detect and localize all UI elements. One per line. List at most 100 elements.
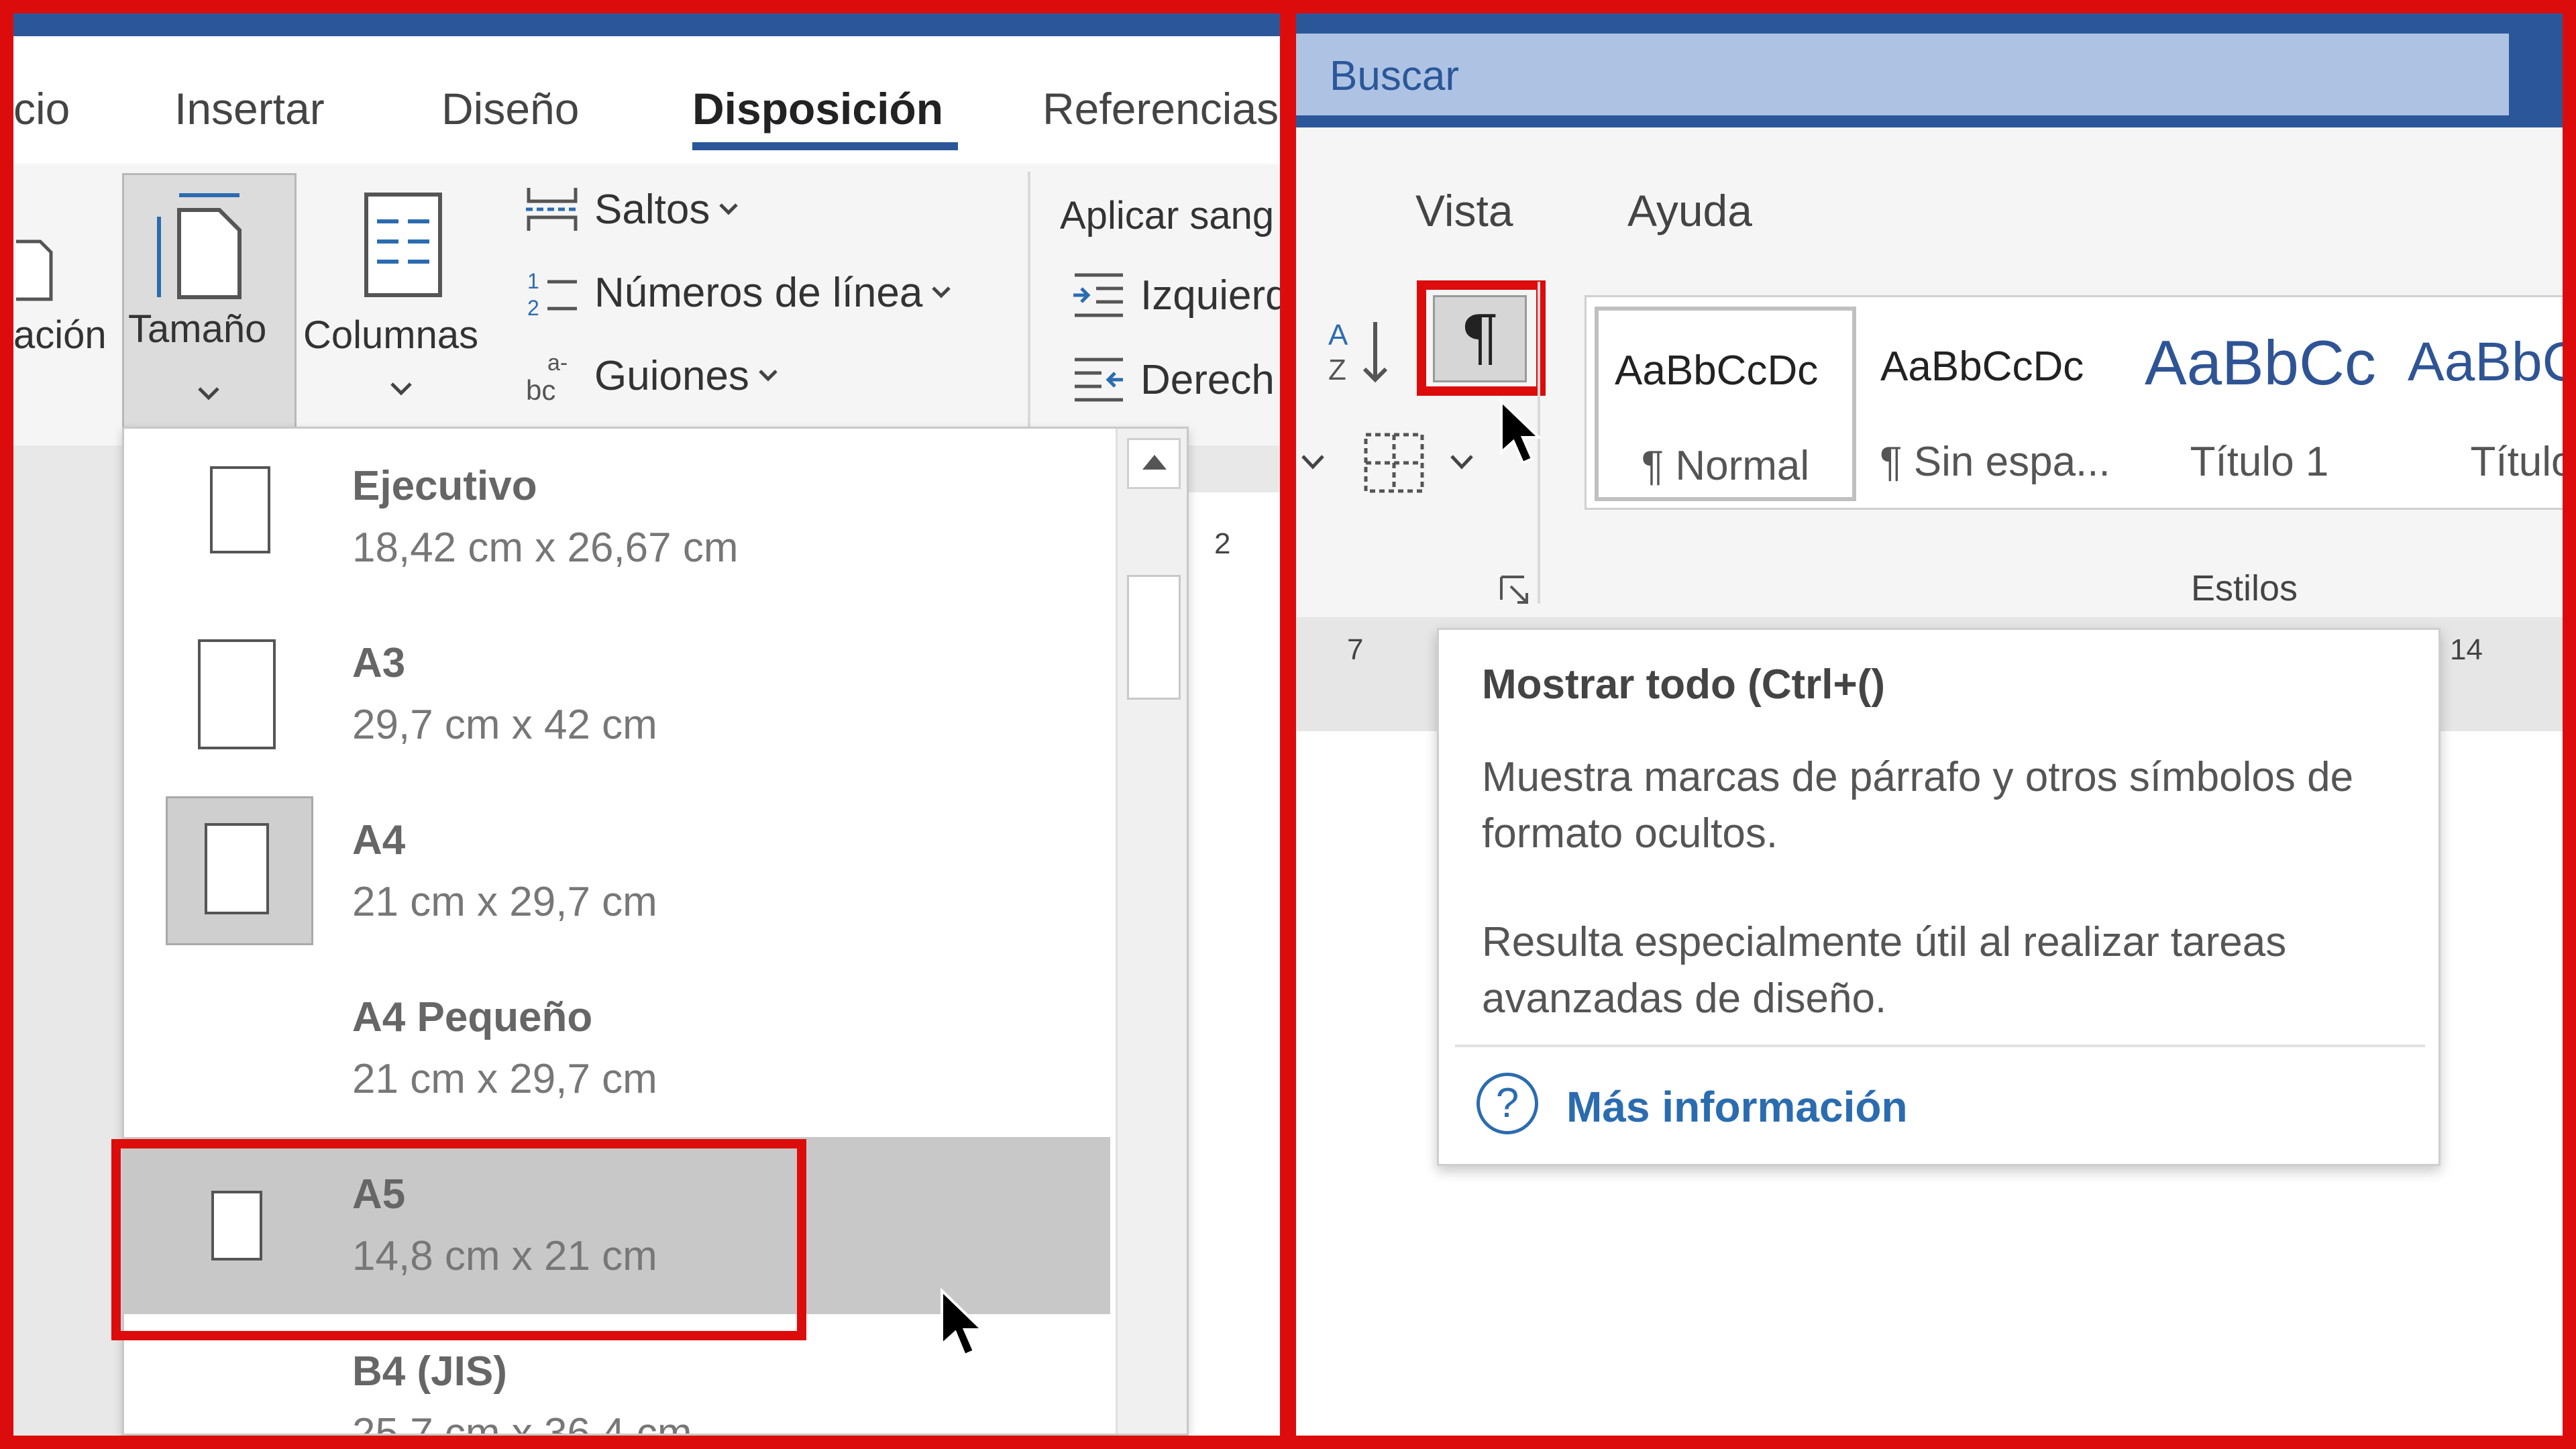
size-name: A3: [352, 640, 406, 686]
tooltip-description: Muestra marcas de párrafo y otros símbol…: [1482, 754, 2354, 857]
dialog-launcher-icon[interactable]: [1497, 573, 1538, 606]
style-sample: AaBbCcDc: [1615, 347, 1819, 394]
tab-referencias[interactable]: Referencias: [1042, 83, 1279, 134]
size-option-a4[interactable]: A4 21 cm x 29,7 cm: [124, 783, 1110, 960]
svg-text:a-: a-: [547, 350, 568, 376]
chevron-down-icon: [719, 203, 739, 215]
svg-text:2: 2: [527, 296, 539, 319]
svg-text:1: 1: [527, 269, 539, 293]
style-sample: AaBbCc: [2145, 327, 2376, 398]
dropdown-scrollbar[interactable]: [1116, 429, 1187, 1434]
style-name: Título: [2470, 439, 2563, 485]
chevron-down-icon: [932, 286, 951, 299]
size-dims: 21 cm x 29,7 cm: [352, 879, 657, 925]
size-dims: 21 cm x 29,7 cm: [352, 1056, 657, 1102]
aplicar-sangria-label: Aplicar sang: [1060, 194, 1275, 237]
size-dims: 18,42 cm x 26,67 cm: [352, 525, 739, 571]
ribbon: A Z ¶ AaBbCcDc ¶ Normal AaBbCcDc ¶ Sin e…: [1296, 268, 2563, 617]
hyphenation-icon: a- bc: [526, 350, 568, 402]
styles-gallery: AaBbCcDc ¶ Normal AaBbCcDc ¶ Sin espa...…: [1585, 295, 2563, 510]
tab-ayuda[interactable]: Ayuda: [1627, 185, 1752, 236]
tamano-label: Tamaño: [128, 307, 267, 351]
svg-text:A: A: [1328, 319, 1348, 352]
orientation-icon[interactable]: [13, 237, 54, 305]
saltos-label: Saltos: [594, 186, 710, 233]
line-numbers-icon: 1 2: [527, 269, 577, 319]
title-bar: [13, 13, 1280, 36]
search-placeholder: Buscar: [1330, 53, 1459, 99]
right-panel: Buscar Vista Ayuda A Z ¶ AaBbCcDc ¶ Norm…: [1296, 13, 2563, 1436]
indent-right-icon: [1075, 358, 1123, 402]
document-page: [1181, 492, 1280, 1436]
highlight-box-pilcrow: [1417, 280, 1546, 396]
guiones-button[interactable]: a- bc Guiones: [523, 349, 780, 402]
ruler-number-7: 7: [1347, 633, 1364, 666]
more-info-link[interactable]: Más información: [1566, 1082, 1908, 1132]
tab-vista[interactable]: Vista: [1415, 185, 1513, 236]
columns-icon[interactable]: [357, 188, 451, 302]
sangria-izquierda[interactable]: Izquierd: [1069, 268, 1280, 322]
highlight-box-a5: [111, 1139, 806, 1340]
size-name: B4 (JIS): [352, 1348, 507, 1395]
ribbon-tabs: cio Insertar Diseño Disposición Referenc…: [13, 36, 1280, 164]
derecha-label: Derech: [1140, 356, 1275, 403]
orientacion-label[interactable]: ación: [13, 313, 107, 358]
breaks-icon: [526, 188, 578, 231]
style-sin-espaciado[interactable]: AaBbCcDc ¶ Sin espa...: [1864, 307, 2126, 501]
borders-icon[interactable]: [1360, 429, 1428, 496]
size-option-a3[interactable]: A3 29,7 cm x 42 cm: [124, 606, 1110, 783]
size-name: Ejecutivo: [352, 463, 537, 509]
ruler-number-14: 14: [2450, 633, 2483, 666]
style-name: ¶ Normal: [1641, 443, 1810, 489]
size-option-a4-pequeno[interactable]: A4 Pequeño 21 cm x 29,7 cm: [124, 960, 1110, 1137]
chevron-down-icon: [198, 387, 219, 400]
mouse-cursor-icon: [941, 1288, 985, 1357]
style-titulo-1[interactable]: AaBbCc Título 1: [2129, 307, 2390, 501]
sangria-derecha[interactable]: Derech: [1069, 353, 1275, 407]
numeros-linea-label: Números de línea: [594, 269, 923, 316]
scroll-up-arrow-icon[interactable]: [1127, 438, 1181, 489]
size-name: A4: [352, 817, 406, 863]
style-normal[interactable]: AaBbCcDc ¶ Normal: [1595, 307, 1856, 501]
ribbon-tabs: Vista Ayuda: [1296, 127, 2563, 268]
columnas-label[interactable]: Columnas: [303, 313, 478, 358]
tab-disposicion[interactable]: Disposición: [692, 83, 943, 134]
style-titulo[interactable]: AaBbC Título: [2392, 307, 2563, 501]
page-size-icon: [157, 193, 241, 299]
tamano-button[interactable]: Tamaño: [122, 173, 297, 439]
style-name: Título 1: [2190, 439, 2329, 485]
sort-az-icon[interactable]: A Z: [1326, 315, 1399, 389]
active-tab-underline: [692, 142, 958, 150]
chevron-down-icon[interactable]: [1445, 449, 1479, 476]
tab-diseno[interactable]: Diseño: [441, 83, 579, 134]
size-dims: 29,7 cm x 42 cm: [352, 702, 657, 748]
ribbon-separator: [1028, 172, 1030, 440]
ribbon: ación Tamaño Columnas Saltos 1 2 Números…: [13, 164, 1280, 445]
guiones-label: Guiones: [594, 352, 749, 399]
indent-left-icon: [1073, 273, 1123, 317]
saltos-button[interactable]: Saltos: [523, 182, 741, 236]
tab-insertar[interactable]: Insertar: [174, 83, 325, 134]
chevron-down-icon: [390, 382, 412, 396]
tooltip-title: Mostrar todo (Ctrl+(): [1482, 661, 1886, 708]
izquierda-label: Izquierd: [1140, 272, 1280, 319]
size-name: A4 Pequeño: [352, 994, 593, 1040]
estilos-group-label: Estilos: [2191, 568, 2298, 608]
style-sample: AaBbCcDc: [1880, 343, 2084, 390]
tab-inicio[interactable]: cio: [13, 83, 70, 134]
svg-text:Z: Z: [1328, 354, 1346, 386]
size-dims: 25,7 cm x 36,4 cm: [352, 1410, 692, 1436]
tooltip-separator: [1455, 1044, 2425, 1047]
style-name: ¶ Sin espa...: [1880, 439, 2110, 485]
chevron-down-icon[interactable]: [1296, 449, 1330, 476]
style-sample: AaBbC: [2408, 331, 2563, 392]
scroll-thumb[interactable]: [1127, 575, 1181, 700]
ruler-number: 2: [1214, 527, 1231, 560]
search-box[interactable]: Buscar: [1296, 34, 2509, 115]
size-option-ejecutivo[interactable]: Ejecutivo 18,42 cm x 26,67 cm: [124, 429, 1110, 606]
numeros-linea-button[interactable]: 1 2 Números de línea: [523, 266, 953, 319]
help-question-icon[interactable]: ?: [1477, 1073, 1538, 1134]
paper-icon: [205, 823, 269, 914]
show-all-tooltip: Mostrar todo (Ctrl+() Muestra marcas de …: [1437, 628, 2440, 1166]
paper-icon: [210, 466, 270, 553]
